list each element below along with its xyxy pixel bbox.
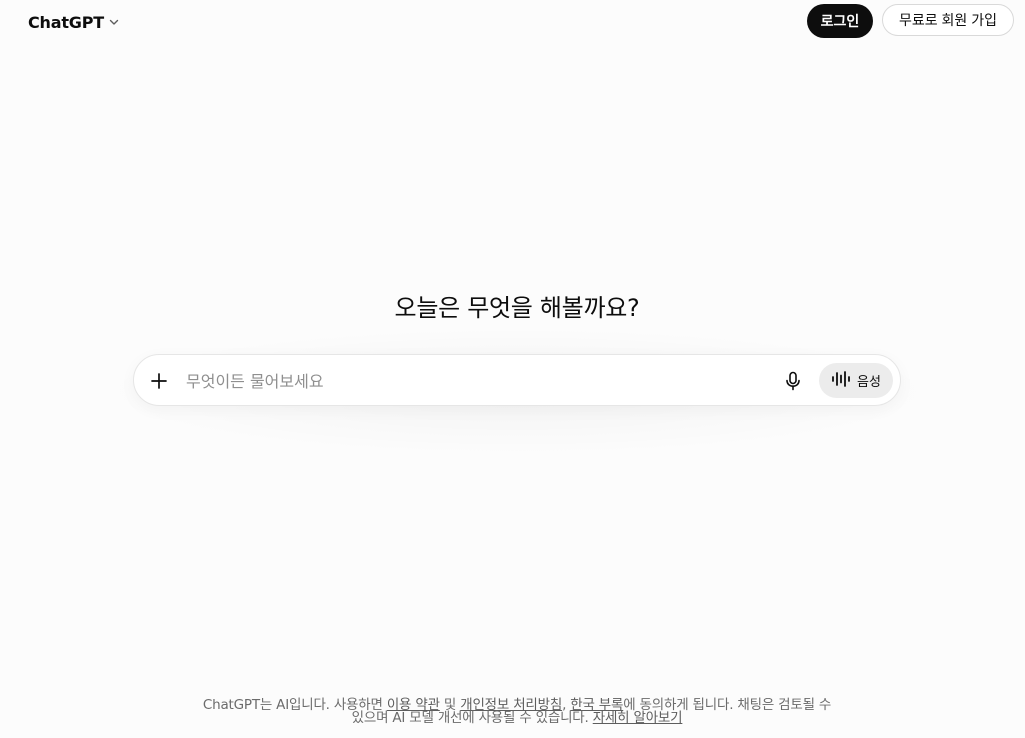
plus-icon[interactable] (146, 368, 172, 394)
voice-label: 음성 (857, 375, 881, 390)
prompt-input[interactable] (186, 367, 766, 395)
chevron-down-icon (108, 16, 120, 28)
login-button[interactable]: 로그인 (807, 4, 873, 38)
page-title: 오늘은 무엇을 해볼까요? (394, 294, 640, 322)
mic-icon[interactable] (780, 368, 806, 394)
app-root: ChatGPT 로그인 무료로 회원 가입 오늘은 무엇을 해볼까요? 무엇이든… (0, 0, 1025, 738)
voice-waveform-icon (831, 370, 851, 392)
prompt-composer: 음성 (133, 354, 901, 406)
signup-button[interactable]: 무료로 회원 가입 (882, 4, 1014, 36)
voice-mode-button[interactable]: 음성 (819, 363, 893, 398)
model-name: ChatGPT (28, 12, 104, 32)
learn-more-link[interactable]: 자세히 알아보기 (593, 710, 683, 726)
footer-disclaimer: ChatGPT는 AI입니다. 사용하면 이용 약관 및 개인정보 처리방침, … (200, 698, 834, 726)
top-bar: ChatGPT 로그인 무료로 회원 가입 (0, 0, 1025, 44)
model-selector[interactable]: ChatGPT (20, 7, 128, 37)
